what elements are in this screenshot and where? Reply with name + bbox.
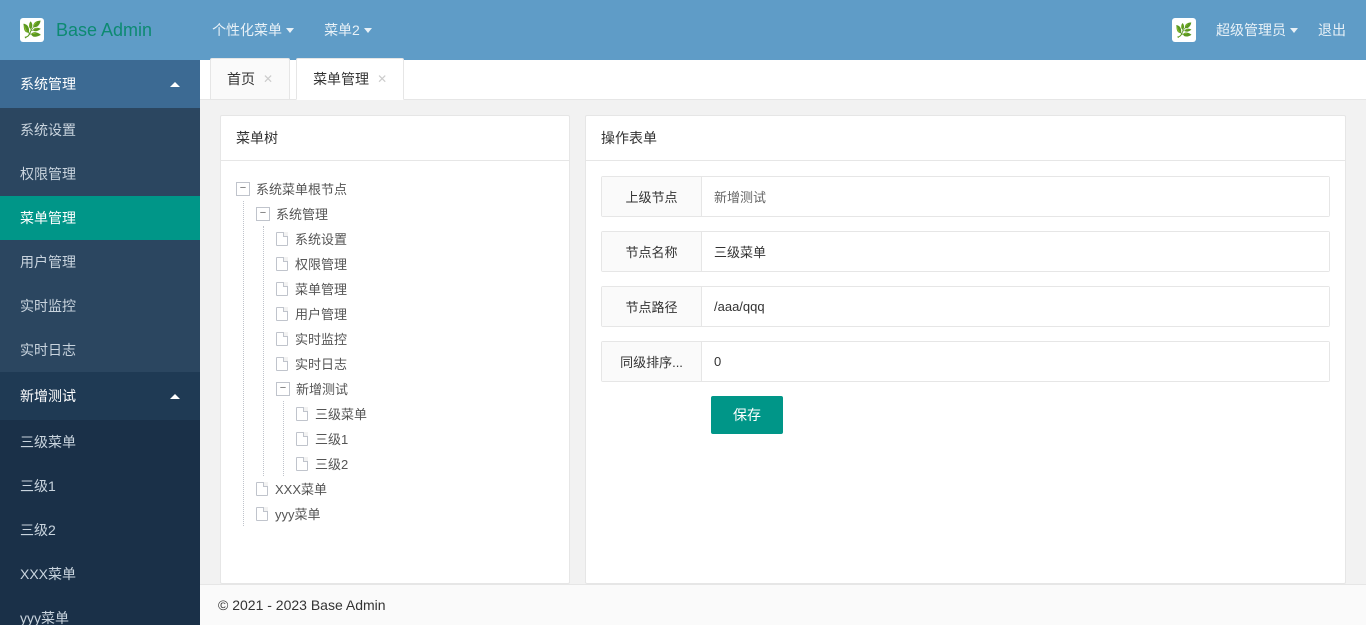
tab-home[interactable]: 首页✕ [210,58,290,99]
collapse-icon[interactable]: − [256,207,270,221]
file-icon [276,332,288,346]
tree-panel-title: 菜单树 [221,116,569,161]
tree-leaf[interactable]: 实时日志 [276,351,554,376]
file-icon [256,507,268,521]
sidebar-item-monitor[interactable]: 实时监控 [0,284,200,328]
top-menu-custom[interactable]: 个性化菜单 [212,20,294,40]
tree-node-sysmgmt[interactable]: −系统管理 [256,201,554,226]
file-icon [276,232,288,246]
label-path: 节点路径 [602,287,702,326]
sidebar-item-log[interactable]: 实时日志 [0,328,200,372]
tree-leaf-yyy[interactable]: yyy菜单 [256,501,554,526]
input-sort[interactable] [702,342,1329,381]
sidebar-item-menumgmt[interactable]: 菜单管理 [0,196,200,240]
tree-leaf[interactable]: 系统设置 [276,226,554,251]
tree-root[interactable]: −系统菜单根节点 [236,176,554,201]
label-name: 节点名称 [602,232,702,271]
sidebar-item-l3-2[interactable]: 三级2 [0,508,200,552]
top-menu-2[interactable]: 菜单2 [324,20,372,40]
form-panel-title: 操作表单 [586,116,1345,161]
logo-icon: 🌿 [20,18,44,42]
caret-up-icon [170,82,180,87]
sidebar-item-l3-1[interactable]: 三级1 [0,464,200,508]
close-icon[interactable]: ✕ [377,72,387,86]
collapse-icon[interactable]: − [236,182,250,196]
close-icon[interactable]: ✕ [263,72,273,86]
caret-down-icon [1290,28,1298,33]
tree-leaf[interactable]: 权限管理 [276,251,554,276]
tree-node-newtest[interactable]: −新增测试 [276,376,554,401]
tree-leaf[interactable]: 用户管理 [276,301,554,326]
save-button[interactable]: 保存 [711,396,783,434]
tree-leaf[interactable]: 三级菜单 [296,401,554,426]
file-icon [296,457,308,471]
collapse-icon[interactable]: − [276,382,290,396]
sidebar-section-newtest[interactable]: 新增测试 [0,372,200,420]
top-menu: 个性化菜单 菜单2 [212,20,372,40]
label-sort: 同级排序... [602,342,702,381]
tree-leaf[interactable]: 三级2 [296,451,554,476]
file-icon [276,357,288,371]
file-icon [276,307,288,321]
input-parent[interactable] [702,177,1329,216]
file-icon [296,432,308,446]
file-icon [256,482,268,496]
file-icon [296,407,308,421]
tab-menumgmt[interactable]: 菜单管理✕ [296,58,404,100]
topbar: 🌿 Base Admin 个性化菜单 菜单2 🌿 超级管理员 退出 [0,0,1366,60]
tree-leaf[interactable]: 实时监控 [276,326,554,351]
file-icon [276,257,288,271]
caret-up-icon [170,394,180,399]
sidebar-section-sysmgmt[interactable]: 系统管理 [0,60,200,108]
footer: © 2021 - 2023 Base Admin [200,584,1366,625]
caret-down-icon [364,28,372,33]
sidebar: 系统管理 系统设置 权限管理 菜单管理 用户管理 实时监控 实时日志 新增测试 … [0,60,200,625]
file-icon [276,282,288,296]
sidebar-item-l3menu[interactable]: 三级菜单 [0,420,200,464]
sidebar-item-usermgmt[interactable]: 用户管理 [0,240,200,284]
tree-leaf-xxx[interactable]: XXX菜单 [256,476,554,501]
form-panel: 操作表单 上级节点 节点名称 节点路径 [585,115,1346,584]
tree-leaf[interactable]: 三级1 [296,426,554,451]
sidebar-item-xxx[interactable]: XXX菜单 [0,552,200,596]
sidebar-item-syssettings[interactable]: 系统设置 [0,108,200,152]
label-parent: 上级节点 [602,177,702,216]
logout-link[interactable]: 退出 [1318,20,1346,40]
tree-panel: 菜单树 −系统菜单根节点 −系统管理 系统设置 权限管理 菜单管理 用户管理 实… [220,115,570,584]
avatar[interactable]: 🌿 [1172,18,1196,42]
input-path[interactable] [702,287,1329,326]
sidebar-item-auth[interactable]: 权限管理 [0,152,200,196]
brand: Base Admin [56,20,152,41]
user-role-dropdown[interactable]: 超级管理员 [1216,20,1298,40]
sidebar-item-yyy[interactable]: yyy菜单 [0,596,200,625]
tabs: 首页✕ 菜单管理✕ [200,60,1366,100]
input-name[interactable] [702,232,1329,271]
caret-down-icon [286,28,294,33]
tree-leaf[interactable]: 菜单管理 [276,276,554,301]
